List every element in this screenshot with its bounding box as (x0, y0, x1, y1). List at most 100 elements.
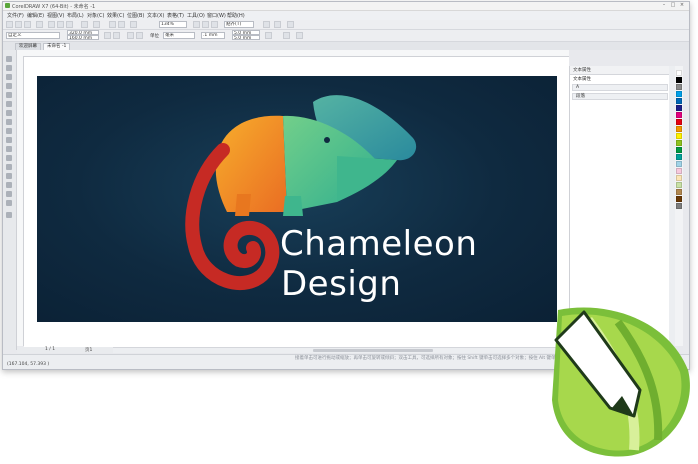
close-button[interactable]: × (679, 3, 685, 8)
docker-character-row[interactable]: A (572, 84, 668, 91)
redo-icon[interactable] (93, 21, 100, 28)
menu-bitmaps[interactable]: 位图(B) (127, 12, 144, 19)
menu-tools[interactable]: 工具(O) (187, 12, 205, 19)
pick-tool-icon[interactable] (6, 56, 12, 62)
palette-swatch[interactable] (676, 203, 682, 209)
copy-icon[interactable] (57, 21, 64, 28)
palette-swatch[interactable] (676, 154, 682, 160)
add-tool-icon[interactable] (6, 212, 12, 218)
zoom-level-field[interactable]: 134% (159, 21, 187, 28)
palette-swatch[interactable] (676, 70, 682, 76)
menu-edit[interactable]: 编辑(E) (27, 12, 44, 19)
nudge-distance-field[interactable]: .1 mm (201, 32, 225, 39)
full-screen-icon[interactable] (193, 21, 200, 28)
page-tab[interactable]: 页1 (85, 347, 92, 353)
publish-pdf-icon[interactable] (130, 21, 137, 28)
page-size-dropdown[interactable]: 自定义 (6, 32, 60, 39)
horizontal-scrollbar[interactable] (113, 347, 569, 353)
palette-swatch[interactable] (676, 119, 682, 125)
palette-swatch[interactable] (676, 133, 682, 139)
text-tool-icon[interactable] (6, 137, 12, 143)
portrait-icon[interactable] (104, 32, 111, 39)
menu-text[interactable]: 文本(X) (147, 12, 164, 19)
application-launcher-icon[interactable] (274, 21, 281, 28)
coreldraw-app-icon (5, 3, 10, 8)
units-options-icon[interactable] (265, 32, 272, 39)
smart-fill-icon[interactable] (6, 200, 12, 206)
palette-swatch[interactable] (676, 147, 682, 153)
treat-as-filled-icon[interactable] (283, 32, 290, 39)
page-count: 1 / 1 (45, 347, 56, 352)
freehand-tool-icon[interactable] (6, 92, 12, 98)
palette-swatch[interactable] (676, 77, 682, 83)
menu-file[interactable]: 文件(F) (7, 12, 24, 19)
artistic-media-icon[interactable] (6, 101, 12, 107)
parallel-dimension-icon[interactable] (6, 146, 12, 152)
palette-swatch[interactable] (676, 189, 682, 195)
menu-view[interactable]: 视图(V) (47, 12, 64, 19)
units-dropdown[interactable]: 毫米 (163, 32, 195, 39)
print-icon[interactable] (36, 21, 43, 28)
palette-swatch[interactable] (676, 126, 682, 132)
palette-swatch[interactable] (676, 98, 682, 104)
menu-window[interactable]: 窗口(W) (207, 12, 226, 19)
interactive-fill-icon[interactable] (6, 191, 12, 197)
tab-untitled-1[interactable]: 未命名 -1 (43, 43, 71, 50)
palette-swatch[interactable] (676, 84, 682, 90)
polygon-tool-icon[interactable] (6, 128, 12, 134)
palette-swatch[interactable] (676, 168, 682, 174)
menu-help[interactable]: 帮助(H) (227, 12, 245, 19)
menu-effects[interactable]: 效果(C) (107, 12, 124, 19)
transparency-icon[interactable] (6, 173, 12, 179)
all-pages-icon[interactable] (127, 32, 134, 39)
palette-swatch[interactable] (676, 161, 682, 167)
cursor-coordinates: (167.104, 57.393 ) (7, 362, 50, 367)
rulers-icon[interactable] (202, 21, 209, 28)
paste-icon[interactable] (66, 21, 73, 28)
grid-icon[interactable] (211, 21, 218, 28)
current-page-icon[interactable] (136, 32, 143, 39)
save-icon[interactable] (24, 21, 31, 28)
connector-tool-icon[interactable] (6, 155, 12, 161)
add-preset-icon[interactable] (296, 32, 303, 39)
chameleon-jaw-green (337, 156, 397, 202)
cut-icon[interactable] (48, 21, 55, 28)
snap-to-dropdown[interactable]: 贴齐(T) (224, 21, 254, 28)
crop-tool-icon[interactable] (6, 74, 12, 80)
palette-swatch[interactable] (676, 112, 682, 118)
new-document-icon[interactable] (6, 21, 13, 28)
palette-swatch[interactable] (676, 91, 682, 97)
open-icon[interactable] (15, 21, 22, 28)
docker-paragraph-row[interactable]: 段落 (572, 93, 668, 100)
palette-swatch[interactable] (676, 175, 682, 181)
palette-swatch[interactable] (676, 196, 682, 202)
tab-welcome-screen[interactable]: 欢迎屏幕 (15, 43, 41, 50)
landscape-icon[interactable] (113, 32, 120, 39)
palette-swatch[interactable] (676, 182, 682, 188)
horizontal-scroll-thumb[interactable] (313, 349, 433, 352)
palette-swatch[interactable] (676, 105, 682, 111)
vertical-ruler[interactable] (17, 56, 24, 346)
shape-tool-icon[interactable] (6, 65, 12, 71)
menu-layout[interactable]: 布局(L) (67, 12, 84, 19)
design-canvas[interactable]: Chameleon Design (37, 76, 557, 322)
welcome-screen-icon[interactable] (287, 21, 294, 28)
duplicate-y-field[interactable]: 5.0 mm (232, 35, 260, 40)
drop-shadow-icon[interactable] (6, 164, 12, 170)
zoom-tool-icon[interactable] (6, 83, 12, 89)
options-icon[interactable] (263, 21, 270, 28)
horizontal-ruler[interactable] (17, 50, 569, 57)
palette-swatch[interactable] (676, 140, 682, 146)
minimize-button[interactable]: – (661, 3, 667, 8)
undo-icon[interactable] (81, 21, 88, 28)
import-icon[interactable] (109, 21, 116, 28)
export-icon[interactable] (118, 21, 125, 28)
maximize-button[interactable]: □ (670, 3, 676, 8)
rectangle-tool-icon[interactable] (6, 110, 12, 116)
menu-table[interactable]: 表格(T) (167, 12, 184, 19)
menu-object[interactable]: 对象(C) (87, 12, 104, 19)
page-height-field[interactable]: 160.0 mm (67, 35, 99, 40)
color-eyedropper-icon[interactable] (6, 182, 12, 188)
document-tabs: 欢迎屏幕 未命名 -1 (3, 42, 689, 50)
ellipse-tool-icon[interactable] (6, 119, 12, 125)
